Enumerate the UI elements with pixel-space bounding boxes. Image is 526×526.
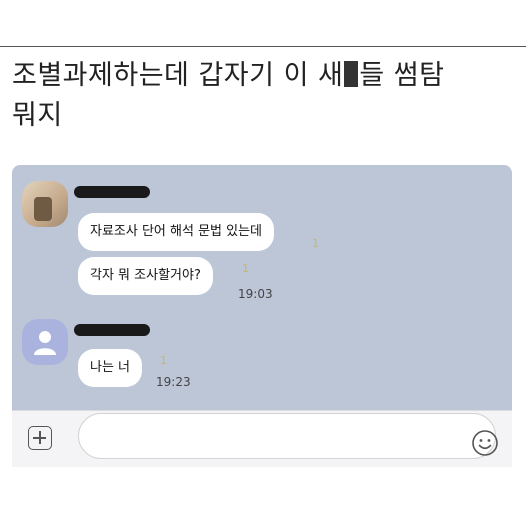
plus-icon[interactable]	[28, 426, 52, 450]
chat-area[interactable]: 자료조사 단어 해석 문법 있는데 1 각자 뭐 조사할거야? 1 19:03 …	[12, 165, 512, 410]
top-divider	[0, 46, 526, 47]
caption-line-2: 뭐지	[12, 100, 63, 131]
post-caption: 조별과제하는데 갑자기 이 새 들 썸탐 뭐지	[12, 56, 512, 136]
caption-text-after: 들 썸탐	[359, 60, 445, 91]
message-input[interactable]: #	[78, 413, 526, 459]
message-time: 19:23	[156, 375, 191, 389]
read-count: 1	[160, 354, 167, 367]
read-count: 1	[242, 262, 249, 275]
message-time: 19:03	[238, 287, 273, 301]
avatar-photo-figure	[34, 197, 52, 221]
read-count: 1	[312, 237, 319, 250]
message-bubble[interactable]: 자료조사 단어 해석 문법 있는데	[78, 213, 275, 251]
sender-avatar-photo[interactable]	[22, 181, 68, 227]
default-avatar-icon	[34, 331, 56, 355]
message-bubble[interactable]: 나는 너	[78, 349, 143, 387]
default-avatar[interactable]	[22, 319, 68, 365]
sender-name-redacted	[74, 186, 150, 198]
message-input-bar: #	[12, 410, 526, 467]
censor-mark	[344, 61, 359, 87]
caption-line-1: 조별과제하는데 갑자기 이 새 들 썸탐	[12, 56, 512, 96]
caption-text-before: 조별과제하는데 갑자기 이 새	[12, 60, 344, 91]
emoji-icon[interactable]	[471, 429, 499, 457]
sender-name-redacted	[74, 324, 150, 336]
message-bubble[interactable]: 각자 뭐 조사할거야?	[78, 257, 213, 295]
